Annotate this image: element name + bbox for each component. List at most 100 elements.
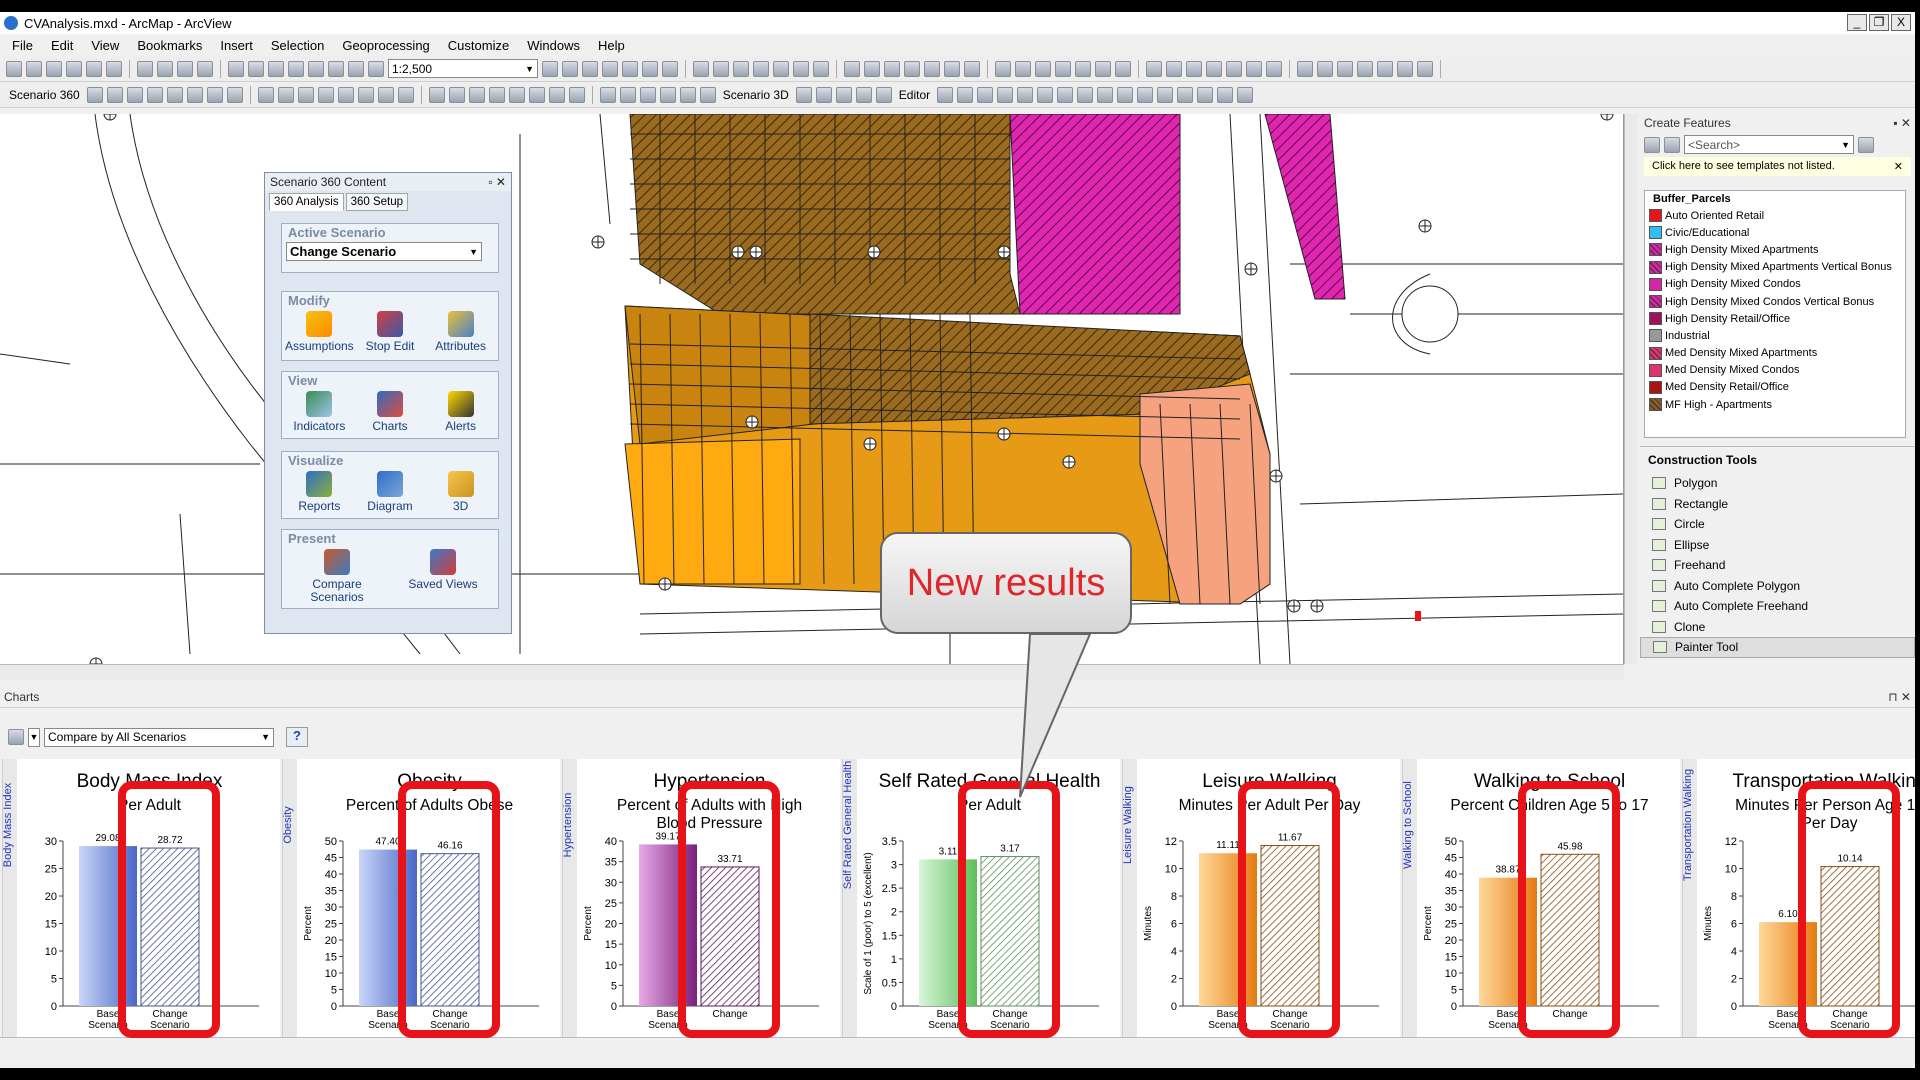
scenario-tool-icon[interactable] [508, 86, 525, 103]
editor-tool-icon[interactable] [1217, 86, 1234, 103]
editor-menu[interactable]: Editor [896, 88, 933, 102]
toolbar-tool-icon[interactable] [1055, 60, 1071, 77]
editor-tool-icon[interactable] [1097, 86, 1114, 103]
menu-insert[interactable]: Insert [220, 38, 253, 53]
toolbar-tool-icon[interactable] [622, 60, 638, 77]
scenario-tool-icon[interactable] [277, 86, 294, 103]
toolbar-tool-icon[interactable] [562, 60, 578, 77]
toolbar-tool-icon[interactable] [348, 60, 364, 77]
tool-clone[interactable]: Clone [1640, 617, 1915, 638]
template-item[interactable]: Industrial [1645, 327, 1905, 344]
menu-file[interactable]: File [12, 38, 33, 53]
toolbar-tool-icon[interactable] [308, 60, 324, 77]
map-canvas[interactable] [0, 114, 1624, 664]
toolbar-tool-icon[interactable] [884, 60, 900, 77]
editor-tool-icon[interactable] [1037, 86, 1054, 103]
map-vertex-marker[interactable] [997, 245, 1011, 259]
toolbar-tool-icon[interactable] [1297, 60, 1313, 77]
scenario-tool-icon[interactable] [297, 86, 314, 103]
toolbar-tool-icon[interactable] [197, 60, 213, 77]
scenario-tool-icon[interactable] [619, 86, 636, 103]
scenario-tool-icon[interactable] [357, 86, 374, 103]
template-item[interactable]: MF High - Apartments [1645, 396, 1905, 413]
compare-scenarios-select[interactable]: Compare by All Scenarios ▼ [44, 727, 274, 747]
scenario3d-tool-icon[interactable] [795, 86, 812, 103]
map-vertex-marker[interactable] [745, 415, 759, 429]
scenario-tool-icon[interactable] [257, 86, 274, 103]
editor-tool-icon[interactable] [1077, 86, 1094, 103]
toolbar-tool-icon[interactable] [582, 60, 598, 77]
toolbar-tool-icon[interactable] [66, 60, 82, 77]
layer-filter-icon[interactable] [1664, 136, 1680, 153]
menu-help[interactable]: Help [598, 38, 625, 53]
chart-side-tab[interactable]: Walking to School [1402, 759, 1417, 1037]
editor-tool-icon[interactable] [997, 86, 1014, 103]
scenario-tool-icon[interactable] [548, 86, 565, 103]
minimize-button[interactable]: _ [1847, 14, 1867, 31]
toolbar-tool-icon[interactable] [137, 60, 153, 77]
toolbar-tool-icon[interactable] [864, 60, 880, 77]
scenario-tool-icon[interactable] [568, 86, 585, 103]
menu-bookmarks[interactable]: Bookmarks [137, 38, 202, 53]
map-vertex-marker[interactable] [1244, 262, 1258, 276]
scenario3d-tool-icon[interactable] [835, 86, 852, 103]
scenario-tool-icon[interactable] [599, 86, 616, 103]
toolbar-tool-icon[interactable] [177, 60, 193, 77]
alerts-button[interactable]: Alerts [426, 389, 496, 433]
selected-feature-marker[interactable] [1415, 611, 1421, 621]
toolbar-tool-icon[interactable] [733, 60, 749, 77]
toolbar-tool-icon[interactable] [6, 60, 22, 77]
template-item[interactable]: Civic/Educational [1645, 224, 1905, 241]
editor-tool-icon[interactable] [1137, 86, 1154, 103]
charts-pane-pin-icon[interactable]: ⊓ ✕ [1888, 690, 1911, 704]
toolbar-tool-icon[interactable] [1377, 60, 1393, 77]
toolbar-tool-icon[interactable] [26, 60, 42, 77]
chart-side-tab[interactable]: Self Rated General Health [842, 759, 857, 1037]
tool-rectangle[interactable]: Rectangle [1640, 494, 1915, 515]
toolbar-tool-icon[interactable] [157, 60, 173, 77]
tool-polygon[interactable]: Polygon [1640, 473, 1915, 494]
toolbar-tool-icon[interactable] [1417, 60, 1433, 77]
scenario-tool-icon[interactable] [377, 86, 394, 103]
s360-close-icon[interactable]: ▫ ✕ [488, 175, 506, 189]
scenario3d-tool-icon[interactable] [815, 86, 832, 103]
map-horizontal-scrollbar[interactable] [0, 664, 1624, 680]
editor-tool-icon[interactable] [1237, 86, 1254, 103]
close-button[interactable]: X [1891, 14, 1911, 31]
diagram-button[interactable]: Diagram [355, 469, 425, 513]
tab-360-analysis[interactable]: 360 Analysis [269, 193, 344, 211]
scenario-tool-icon[interactable] [468, 86, 485, 103]
toolbar-tool-icon[interactable] [924, 60, 940, 77]
assumptions-button[interactable]: Assumptions [284, 309, 354, 353]
compare-scenarios-button[interactable]: Compare Scenarios [302, 547, 372, 604]
scenario-tool-icon[interactable] [337, 86, 354, 103]
toolbar-tool-icon[interactable] [1206, 60, 1222, 77]
toolbar-tool-icon[interactable] [1015, 60, 1031, 77]
scenario3d-tool-icon[interactable] [855, 86, 872, 103]
toolbar-tool-icon[interactable] [288, 60, 304, 77]
tool-painter-tool[interactable]: Painter Tool [1640, 637, 1915, 658]
toolbar-tool-icon[interactable] [1397, 60, 1413, 77]
toolbar-tool-icon[interactable] [1146, 60, 1162, 77]
search-icon[interactable] [1858, 136, 1874, 153]
chart-side-tab[interactable]: Body Mass Index [2, 759, 17, 1037]
chart-side-tab[interactable]: Hypertension [562, 759, 577, 1037]
template-item[interactable]: High Density Mixed Apartments [1645, 241, 1905, 258]
toolbar-tool-icon[interactable] [773, 60, 789, 77]
tool-freehand[interactable]: Freehand [1640, 555, 1915, 576]
restore-button[interactable]: ❐ [1869, 14, 1889, 31]
toolbar-tool-icon[interactable] [602, 60, 618, 77]
editor-tool-icon[interactable] [1157, 86, 1174, 103]
map-scale-select[interactable]: 1:2,500 ▼ [388, 59, 538, 78]
map-vertex-marker[interactable] [591, 235, 605, 249]
tab-360-setup[interactable]: 360 Setup [345, 193, 409, 211]
scenario-tool-icon[interactable] [397, 86, 414, 103]
chart-side-tab[interactable]: Obesity [282, 759, 297, 1037]
attributes-button[interactable]: Attributes [426, 309, 496, 353]
toolbar-tool-icon[interactable] [1095, 60, 1111, 77]
scenario-tool-icon[interactable] [186, 86, 203, 103]
map-vertex-marker[interactable] [731, 245, 745, 259]
map-vertical-scrollbar[interactable] [1624, 114, 1638, 664]
saved-views-button[interactable]: Saved Views [408, 547, 478, 604]
toolbar-tool-icon[interactable] [86, 60, 102, 77]
